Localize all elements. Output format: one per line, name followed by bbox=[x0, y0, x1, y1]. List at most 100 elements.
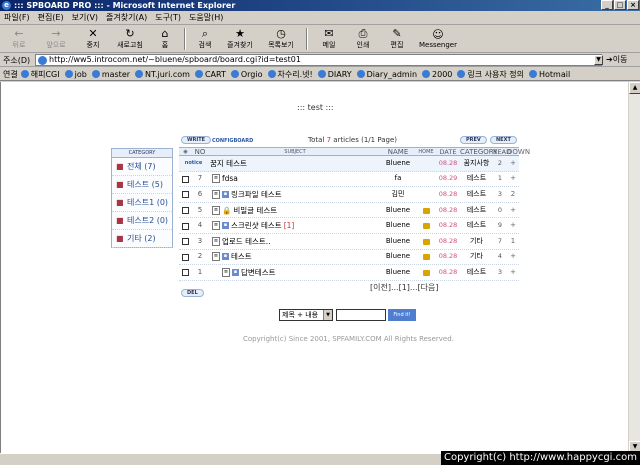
total-articles: Total 7 articles (1/1 Page) bbox=[308, 136, 397, 144]
row-author[interactable]: Bluene bbox=[380, 234, 416, 249]
link-item[interactable]: 2000 bbox=[422, 70, 452, 79]
row-author[interactable]: 김민 bbox=[380, 187, 416, 202]
home-link-icon[interactable] bbox=[422, 254, 430, 261]
link-item[interactable]: master bbox=[91, 70, 130, 79]
search-form: 제목 + 내용 ▼ Find it! bbox=[279, 309, 416, 321]
search-button[interactable]: ⌕ 검색 bbox=[190, 26, 220, 52]
category-item-all[interactable]: ■ 전체 (7) bbox=[112, 158, 172, 176]
row-checkbox[interactable] bbox=[182, 191, 189, 199]
row-subject[interactable]: ≡ fdsa bbox=[208, 171, 380, 186]
menu-edit[interactable]: 편집(E) bbox=[38, 12, 64, 23]
menu-help[interactable]: 도움말(H) bbox=[189, 12, 223, 23]
back-button[interactable]: ← 뒤로 bbox=[2, 26, 36, 52]
row-author[interactable]: Bluene bbox=[380, 203, 416, 218]
link-item[interactable]: DIARY bbox=[317, 70, 352, 79]
menu-tools[interactable]: 도구(T) bbox=[155, 12, 181, 23]
row-subject-text: 링크파일 테스트 bbox=[231, 189, 282, 199]
table-row[interactable]: 6 ≡ ▪ 링크파일 테스트 김민 08.28 테스트 3 2 bbox=[179, 187, 519, 203]
config-board-link[interactable]: CONFIGBOARD bbox=[212, 138, 253, 144]
row-subject[interactable]: ≡ ▪ 링크파일 테스트 bbox=[208, 187, 380, 202]
row-author[interactable]: Bluene bbox=[380, 249, 416, 264]
row-subject[interactable]: 꿈지 테스트 bbox=[208, 156, 380, 171]
search-input[interactable] bbox=[336, 309, 386, 321]
print-button[interactable]: ⎙ 인쇄 bbox=[346, 26, 380, 52]
row-author[interactable]: fa bbox=[380, 171, 416, 186]
home-link-icon[interactable] bbox=[422, 223, 430, 230]
link-item[interactable]: Diary_admin bbox=[356, 70, 417, 79]
menu-view[interactable]: 보기(V) bbox=[72, 12, 98, 23]
link-item[interactable]: CART bbox=[194, 70, 226, 79]
category-item-test[interactable]: ■ 테스트 (5) bbox=[112, 176, 172, 194]
link-item[interactable]: 해피CGI bbox=[20, 69, 60, 80]
home-link-icon[interactable] bbox=[422, 238, 430, 245]
category-item-etc[interactable]: ■ 기타 (2) bbox=[112, 230, 172, 248]
post-type-icon: ▪ bbox=[222, 190, 229, 198]
messenger-button[interactable]: ☺ Messenger bbox=[414, 26, 462, 52]
link-item[interactable]: job bbox=[64, 70, 87, 79]
forward-arrow-icon: → bbox=[51, 27, 61, 40]
row-subject[interactable]: ≡ 업로드 테스트.. bbox=[208, 234, 380, 249]
table-row[interactable]: 4 ≡ ▪ 스크린샷 테스트 [1] Bluene 08.28 테스트 9 + bbox=[179, 218, 519, 234]
prev-button[interactable]: PREV bbox=[460, 136, 487, 144]
favorites-button[interactable]: ★ 즐겨찾기 bbox=[220, 26, 260, 52]
row-subject[interactable]: ≡ ▪ 스크린샷 테스트 [1] bbox=[208, 218, 380, 233]
maximize-button[interactable]: □ bbox=[614, 0, 626, 10]
link-item[interactable]: NT.juri.com bbox=[135, 70, 190, 79]
row-subject[interactable]: ≡ ▪ 답변테스트 bbox=[208, 265, 380, 280]
row-author[interactable]: Bluene bbox=[380, 265, 416, 280]
row-checkbox[interactable] bbox=[182, 269, 189, 277]
scroll-up-button[interactable]: ▲ bbox=[629, 82, 640, 94]
next-button[interactable]: NEXT bbox=[490, 136, 517, 144]
write-button[interactable]: WRITE bbox=[181, 136, 212, 144]
row-checkbox[interactable] bbox=[182, 207, 189, 215]
history-button[interactable]: ◷ 목록보기 bbox=[260, 26, 302, 52]
table-row-notice[interactable]: notice 꿈지 테스트 Bluene 08.28 꿈지사항 2 + bbox=[179, 156, 519, 172]
find-button[interactable]: Find it! bbox=[388, 309, 416, 321]
delete-button[interactable]: DEL bbox=[181, 289, 204, 297]
link-item[interactable]: Orgio bbox=[230, 70, 263, 79]
category-item-test1[interactable]: ■ 테스트1 (0) bbox=[112, 194, 172, 212]
home-link-icon[interactable] bbox=[422, 269, 430, 276]
row-checkbox[interactable] bbox=[182, 222, 189, 230]
table-row[interactable]: 3 ≡ 업로드 테스트.. Bluene 08.28 기타 7 1 bbox=[179, 234, 519, 250]
row-checkbox[interactable] bbox=[182, 253, 189, 261]
row-checkbox[interactable] bbox=[182, 238, 189, 246]
row-subject[interactable]: ≡ 🔒 비밀글 테스트 bbox=[208, 203, 380, 218]
forward-button[interactable]: → 앞으로 bbox=[36, 26, 76, 52]
edit-button[interactable]: ✎ 편집 bbox=[380, 26, 414, 52]
refresh-button[interactable]: ↻ 새로고침 bbox=[110, 26, 150, 52]
table-row[interactable]: 7 ≡ fdsa fa 08.29 테스트 1 + bbox=[179, 172, 519, 188]
home-button[interactable]: ⌂ 홈 bbox=[150, 26, 180, 52]
stop-button[interactable]: ✕ 중지 bbox=[76, 26, 110, 52]
table-row[interactable]: 1 ≡ ▪ 답변테스트 Bluene 08.28 테스트 3 + bbox=[179, 265, 519, 281]
mail-button[interactable]: ✉ 메일 bbox=[312, 26, 346, 52]
category-item-test2[interactable]: ■ 테스트2 (0) bbox=[112, 212, 172, 230]
window-title: ::: SPBOARD PRO ::: - Microsoft Internet… bbox=[14, 1, 236, 10]
menu-file[interactable]: 파일(F) bbox=[4, 12, 30, 23]
row-subject[interactable]: ≡ ▪ 테스트 bbox=[208, 249, 380, 264]
link-page-icon bbox=[135, 70, 144, 78]
row-checkbox[interactable] bbox=[182, 175, 189, 183]
links-bar: 연결 해피CGI job master NT.juri.com CART Org… bbox=[0, 68, 640, 81]
row-author[interactable]: Bluene bbox=[380, 218, 416, 233]
table-row[interactable]: 2 ≡ ▪ 테스트 Bluene 08.28 기타 4 + bbox=[179, 250, 519, 266]
close-button[interactable]: × bbox=[627, 0, 639, 10]
link-item[interactable]: 링크 사용자 정의 bbox=[457, 69, 524, 80]
link-item[interactable]: Hotmail bbox=[528, 70, 570, 79]
table-header: ◉ NO SUBJECT NAME HOME DATE CATEGORY REA… bbox=[179, 147, 530, 156]
row-category: 기타 bbox=[470, 252, 483, 261]
go-button[interactable]: ➔이동 bbox=[606, 54, 627, 66]
header-select-icon[interactable]: ◉ bbox=[179, 148, 192, 155]
minimize-button[interactable]: _ bbox=[601, 0, 613, 10]
pagination[interactable]: [이전]...[1]...[다음] bbox=[370, 282, 439, 293]
stop-icon: ✕ bbox=[88, 27, 98, 40]
home-link-icon[interactable] bbox=[422, 207, 430, 214]
table-row[interactable]: 5 ≡ 🔒 비밀글 테스트 Bluene 08.28 테스트 0 + bbox=[179, 203, 519, 219]
search-scope-select[interactable]: 제목 + 내용 ▼ bbox=[279, 309, 333, 321]
link-item[interactable]: 차수리.넷! bbox=[267, 69, 313, 80]
link-page-icon bbox=[267, 70, 276, 78]
vertical-scrollbar[interactable]: ▲ ▼ bbox=[628, 82, 640, 453]
address-input[interactable]: http://ww5.introcom.net/~bluene/spboard/… bbox=[35, 54, 602, 66]
address-dropdown-button[interactable]: ▼ bbox=[594, 55, 603, 65]
menu-favorites[interactable]: 즐겨찾기(A) bbox=[106, 12, 147, 23]
